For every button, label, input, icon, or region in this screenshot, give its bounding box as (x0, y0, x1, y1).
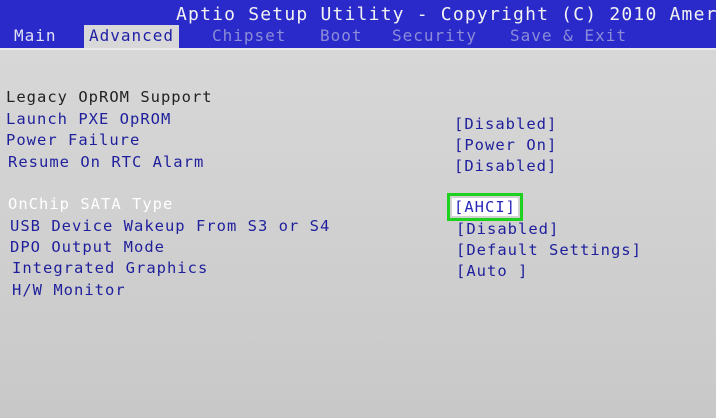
bios-screen: Aptio Setup Utility - Copyright (C) 2010… (0, 0, 716, 418)
section-heading: Legacy OpROM Support (6, 88, 213, 106)
tab-main[interactable]: Main (14, 25, 57, 47)
value-integrated-graphics[interactable]: [Auto ] (456, 262, 528, 280)
setting-hw-monitor[interactable]: H/W Monitor (12, 281, 126, 299)
tab-boot[interactable]: Boot (320, 25, 363, 47)
value-dpo-output-mode[interactable]: [Default Settings] (456, 241, 642, 259)
setting-launch-pxe-oprom[interactable]: Launch PXE OpROM (6, 110, 171, 128)
setting-resume-on-rtc-alarm[interactable]: Resume On RTC Alarm (8, 153, 204, 171)
value-resume-on-rtc-alarm[interactable]: [Disabled] (454, 157, 557, 175)
tab-chipset[interactable]: Chipset (212, 25, 286, 47)
tab-advanced[interactable]: Advanced (84, 25, 180, 48)
value-launch-pxe-oprom[interactable]: [Disabled] (454, 115, 557, 133)
value-usb-device-wakeup[interactable]: [Disabled] (456, 220, 559, 238)
setting-dpo-output-mode[interactable]: DPO Output Mode (10, 238, 165, 256)
tab-bar: Main Advanced Chipset Boot Security Save… (0, 25, 716, 48)
setting-usb-device-wakeup[interactable]: USB Device Wakeup From S3 or S4 (10, 217, 330, 235)
setting-onchip-sata-type[interactable]: OnChip SATA Type (8, 195, 173, 213)
setting-power-failure[interactable]: Power Failure (6, 131, 140, 149)
utility-title: Aptio Setup Utility - Copyright (C) 2010… (176, 4, 716, 25)
header-bar: Aptio Setup Utility - Copyright (C) 2010… (0, 0, 716, 48)
setting-integrated-graphics[interactable]: Integrated Graphics (12, 259, 208, 277)
header-divider (0, 48, 716, 50)
value-power-failure[interactable]: [Power On] (454, 136, 557, 154)
value-onchip-sata-type[interactable]: [AHCI] (447, 193, 523, 221)
tab-security[interactable]: Security (392, 25, 477, 47)
tab-save-exit[interactable]: Save & Exit (510, 25, 627, 47)
